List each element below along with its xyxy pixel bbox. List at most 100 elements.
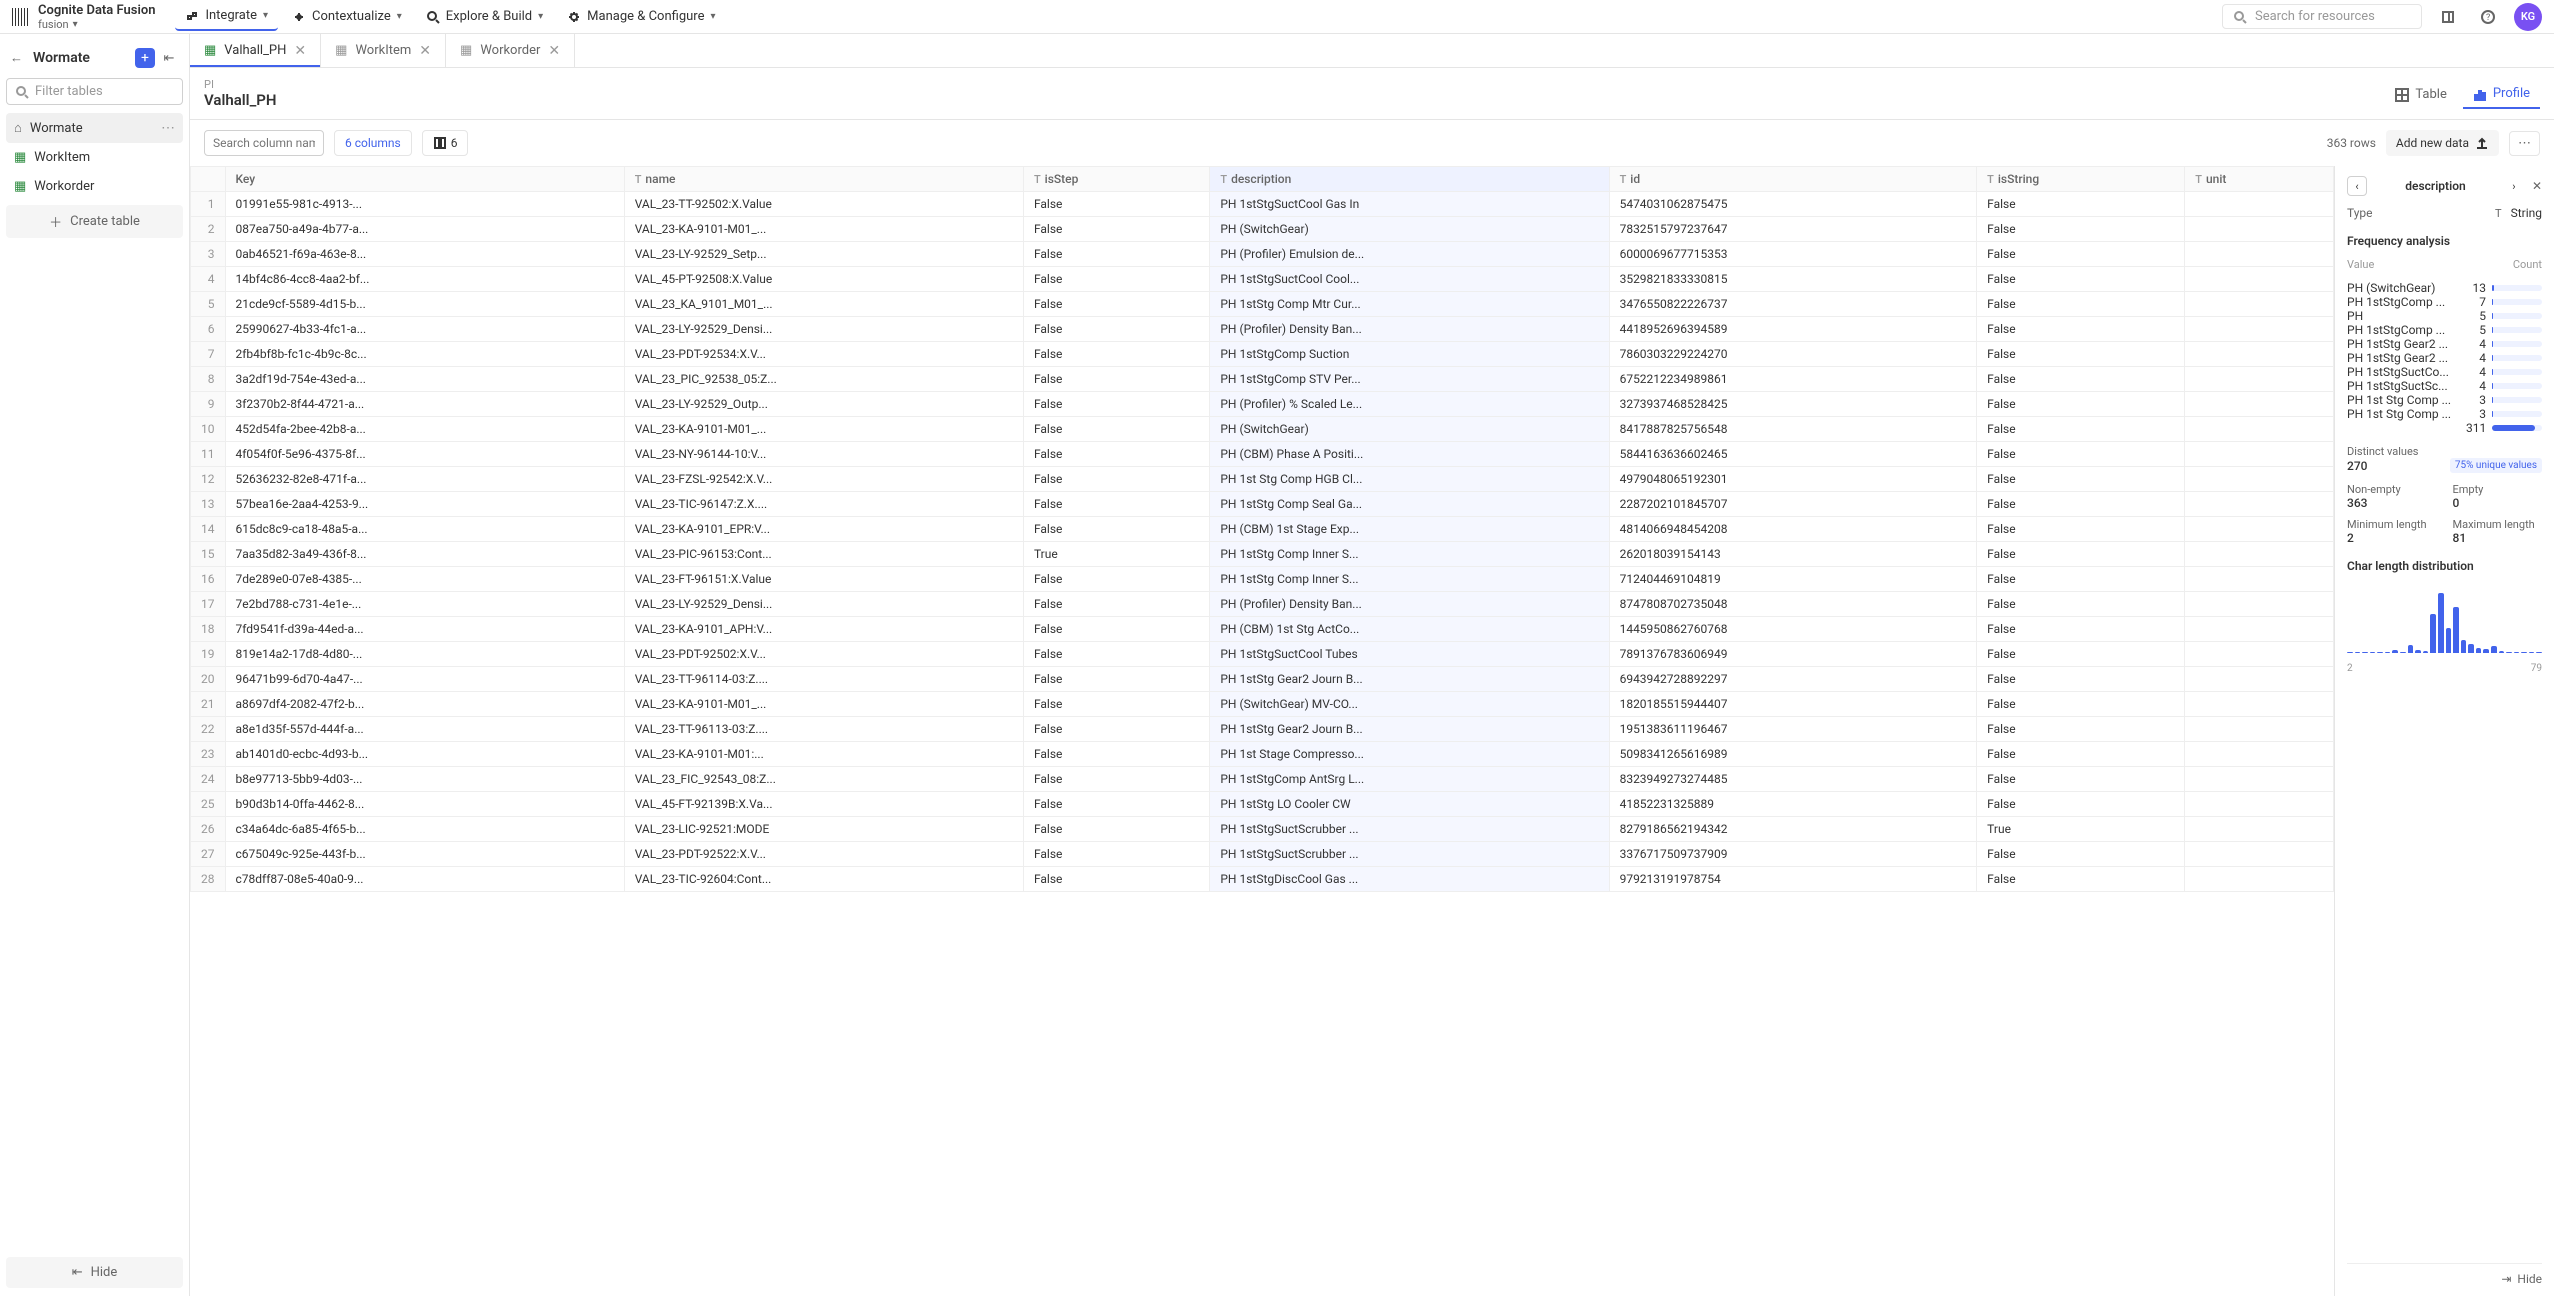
table-row[interactable]: 30ab46521-f69a-463e-8...VAL_23-LY-92529_…: [191, 242, 2334, 267]
cell[interactable]: VAL_23-NY-96144-10:V...: [624, 442, 1023, 467]
cell[interactable]: [2185, 817, 2334, 842]
cell[interactable]: PH 1stStgSuctCool Gas In: [1210, 192, 1609, 217]
table-row[interactable]: 14615dc8c9-ca18-48a5-a...VAL_23-KA-9101_…: [191, 517, 2334, 542]
table-row[interactable]: 25b90d3b14-0ffa-4462-8...VAL_45-FT-92139…: [191, 792, 2334, 817]
cell[interactable]: 4814066948454208: [1609, 517, 1977, 542]
view-table[interactable]: Table: [2385, 81, 2456, 108]
cell[interactable]: VAL_23-FZSL-92542:X.V...: [624, 467, 1023, 492]
cell[interactable]: False: [1023, 342, 1209, 367]
column-search-input[interactable]: [204, 130, 324, 156]
column-header-isstep[interactable]: TisStep: [1023, 167, 1209, 192]
cell[interactable]: [2185, 617, 2334, 642]
cell[interactable]: False: [1977, 217, 2185, 242]
cell[interactable]: 7e2bd788-c731-4e1e-...: [225, 592, 624, 617]
cell[interactable]: VAL_23-TIC-96147:Z.X....: [624, 492, 1023, 517]
cell[interactable]: False: [1977, 492, 2185, 517]
cell[interactable]: 8323949273274485: [1609, 767, 1977, 792]
cell[interactable]: PH 1st Stage Compresso...: [1210, 742, 1609, 767]
cell[interactable]: VAL_23-KA-9101-M01_...: [624, 692, 1023, 717]
filter-tables-input[interactable]: Filter tables: [6, 78, 183, 105]
cell[interactable]: [2185, 567, 2334, 592]
cell[interactable]: False: [1023, 442, 1209, 467]
close-icon[interactable]: ✕: [294, 43, 306, 59]
cell[interactable]: False: [1977, 617, 2185, 642]
cell[interactable]: [2185, 292, 2334, 317]
cell[interactable]: 3476550822226737: [1609, 292, 1977, 317]
cell[interactable]: [2185, 267, 2334, 292]
cell[interactable]: ab1401d0-ecbc-4d93-b...: [225, 742, 624, 767]
cell[interactable]: [2185, 767, 2334, 792]
cell[interactable]: False: [1977, 667, 2185, 692]
cell[interactable]: False: [1977, 867, 2185, 892]
cell[interactable]: [2185, 667, 2334, 692]
cell[interactable]: VAL_23-TT-92502:X.Value: [624, 192, 1023, 217]
cell[interactable]: PH 1st Stg Comp HGB Cl...: [1210, 467, 1609, 492]
cell[interactable]: False: [1023, 492, 1209, 517]
cell[interactable]: PH (CBM) 1st Stage Exp...: [1210, 517, 1609, 542]
cell[interactable]: VAL_23-KA-9101-M01_...: [624, 217, 1023, 242]
cell[interactable]: False: [1023, 742, 1209, 767]
collapse-sidebar-icon[interactable]: ⇤: [159, 48, 179, 68]
table-row[interactable]: 21a8697df4-2082-47f2-b...VAL_23-KA-9101-…: [191, 692, 2334, 717]
cell[interactable]: VAL_23-PDT-92502:X.V...: [624, 642, 1023, 667]
cell[interactable]: a8e1d35f-557d-444f-a...: [225, 717, 624, 742]
cell[interactable]: False: [1023, 267, 1209, 292]
help-icon[interactable]: ?: [2474, 3, 2502, 31]
table-row[interactable]: 2096471b99-6d70-4a47-...VAL_23-TT-96114-…: [191, 667, 2334, 692]
column-header-isstring[interactable]: TisString: [1977, 167, 2185, 192]
table-row[interactable]: 83a2df19d-754e-43ed-a...VAL_23_PIC_92538…: [191, 367, 2334, 392]
table-row[interactable]: 23ab1401d0-ecbc-4d93-b...VAL_23-KA-9101-…: [191, 742, 2334, 767]
cell[interactable]: c78dff87-08e5-40a0-9...: [225, 867, 624, 892]
cell[interactable]: 41852231325889: [1609, 792, 1977, 817]
cell[interactable]: PH (CBM) Phase A Positi...: [1210, 442, 1609, 467]
cell[interactable]: VAL_23-KA-9101-M01_...: [624, 417, 1023, 442]
cell[interactable]: False: [1023, 592, 1209, 617]
cell[interactable]: False: [1977, 317, 2185, 342]
cell[interactable]: 8279186562194342: [1609, 817, 1977, 842]
cell[interactable]: 25990627-4b33-4fc1-a...: [225, 317, 624, 342]
cell[interactable]: 21cde9cf-5589-4d15-b...: [225, 292, 624, 317]
cell[interactable]: [2185, 742, 2334, 767]
cell[interactable]: False: [1023, 767, 1209, 792]
cell[interactable]: c34a64dc-6a85-4f65-b...: [225, 817, 624, 842]
cell[interactable]: False: [1977, 717, 2185, 742]
cell[interactable]: PH (Profiler) Density Ban...: [1210, 317, 1609, 342]
create-table-button[interactable]: ＋Create table: [6, 205, 183, 238]
cell[interactable]: False: [1023, 667, 1209, 692]
cell[interactable]: b90d3b14-0ffa-4462-8...: [225, 792, 624, 817]
cell[interactable]: True: [1023, 542, 1209, 567]
cell[interactable]: [2185, 467, 2334, 492]
close-panel-button[interactable]: ✕: [2532, 179, 2542, 193]
cell[interactable]: [2185, 417, 2334, 442]
cell[interactable]: [2185, 342, 2334, 367]
table-row[interactable]: 1357bea16e-2aa4-4253-9...VAL_23-TIC-9614…: [191, 492, 2334, 517]
cell[interactable]: False: [1977, 442, 2185, 467]
avatar[interactable]: KG: [2514, 3, 2542, 31]
cell[interactable]: False: [1977, 767, 2185, 792]
table-row[interactable]: 625990627-4b33-4fc1-a...VAL_23-LY-92529_…: [191, 317, 2334, 342]
column-header-key[interactable]: Key: [225, 167, 624, 192]
cell[interactable]: False: [1977, 692, 2185, 717]
cell[interactable]: 2287202101845707: [1609, 492, 1977, 517]
cell[interactable]: [2185, 242, 2334, 267]
sidebar-db[interactable]: ⌂ Wormate ⋯: [6, 113, 183, 143]
cell[interactable]: 087ea750-a49a-4b77-a...: [225, 217, 624, 242]
table-row[interactable]: 414bf4c86-4cc8-4aa2-bf...VAL_45-PT-92508…: [191, 267, 2334, 292]
table-row[interactable]: 187fd9541f-d39a-44ed-a...VAL_23-KA-9101_…: [191, 617, 2334, 642]
cell[interactable]: PH 1stStg Comp Inner S...: [1210, 542, 1609, 567]
cell[interactable]: 7891376783606949: [1609, 642, 1977, 667]
cell[interactable]: 1820185515944407: [1609, 692, 1977, 717]
cell[interactable]: PH 1stStgSuctCool Tubes: [1210, 642, 1609, 667]
cell[interactable]: 01991e55-981c-4913-...: [225, 192, 624, 217]
cell[interactable]: PH 1stStgComp Suction: [1210, 342, 1609, 367]
cell[interactable]: PH (CBM) 1st Stg ActCo...: [1210, 617, 1609, 642]
cell[interactable]: VAL_23-TIC-92604:Cont...: [624, 867, 1023, 892]
cell[interactable]: False: [1023, 317, 1209, 342]
cell[interactable]: False: [1977, 467, 2185, 492]
table-row[interactable]: 521cde9cf-5589-4d15-b...VAL_23_KA_9101_M…: [191, 292, 2334, 317]
cell[interactable]: PH (SwitchGear) MV-CO...: [1210, 692, 1609, 717]
cell[interactable]: [2185, 367, 2334, 392]
global-search[interactable]: Search for resources: [2222, 4, 2422, 29]
cell[interactable]: [2185, 192, 2334, 217]
cell[interactable]: False: [1977, 392, 2185, 417]
